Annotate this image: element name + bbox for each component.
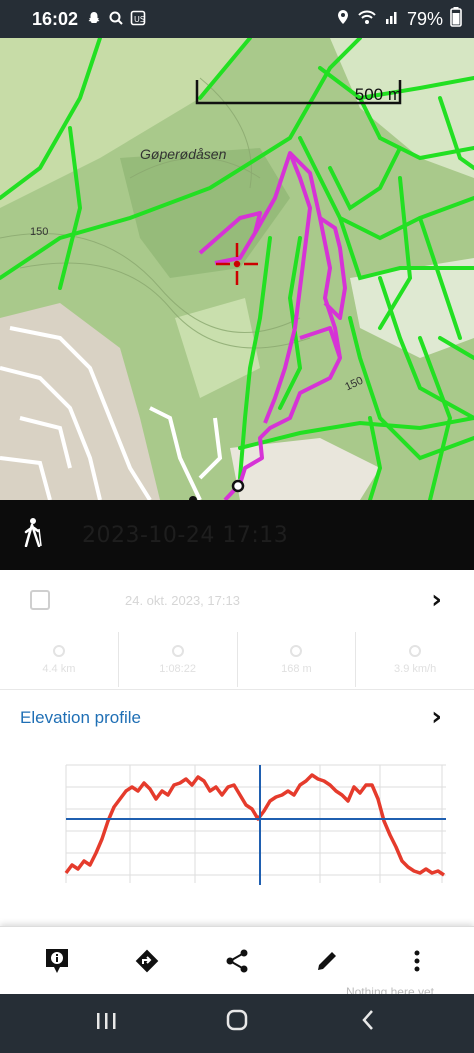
activity-title: 2023-10-24 17:13 [82,522,289,548]
chevron-right-icon[interactable]: › [431,585,442,615]
speed-icon [409,644,422,657]
activity-header: 2023-10-24 17:13 [0,500,474,570]
lock-screen-icon: US [130,10,146,29]
bottom-toolbar [0,926,474,994]
stat-duration: 1:08:22 [119,632,238,687]
elevation-chart[interactable] [0,755,474,895]
info-icon[interactable] [37,941,77,981]
place-label: Gøperødåsen [140,146,227,162]
stats-row: 4.4 km 1:08:22 168 m 3.9 km/h [0,632,474,687]
location-icon [336,9,350,30]
map-canvas [0,38,474,500]
directions-icon[interactable] [127,941,167,981]
contour-label: 150 [30,226,49,238]
clock-icon [171,644,184,657]
stat-value: 3.9 km/h [394,662,437,675]
wifi-icon [357,9,377,30]
date-row[interactable]: 24. okt. 2023, 17:13 › [0,570,474,630]
calendar-icon [30,590,50,610]
share-icon[interactable] [217,941,257,981]
elevation-line [64,773,445,877]
divider [0,689,474,690]
back-button[interactable] [348,1008,388,1039]
signal-icon [384,9,400,30]
more-icon[interactable] [397,941,437,981]
ascent-icon [290,644,303,657]
stat-value: 168 m [281,662,312,675]
stat-speed: 3.9 km/h [356,632,474,687]
chart-grid [65,764,446,883]
elevation-profile-header[interactable]: Elevation profile [20,708,141,728]
scale-label: 500 m [354,85,402,104]
status-right: 79% [336,6,462,32]
snapchat-icon [86,10,102,29]
stat-value: 1:08:22 [159,662,196,675]
edit-icon[interactable] [307,941,347,981]
map-view[interactable]: 500 m Gøperødåsen 150 150 [0,38,474,500]
svg-text:US: US [134,15,145,24]
distance-icon [52,644,65,657]
hiking-icon [22,517,82,554]
status-bar: 16:02 US 79% [0,0,474,38]
status-time: 16:02 [32,8,79,29]
recent-apps-button[interactable] [86,1010,126,1038]
stat-distance: 4.4 km [0,632,119,687]
chevron-right-icon[interactable]: › [431,702,442,732]
stat-ascent: 168 m [238,632,357,687]
status-left-icons: US [86,10,146,29]
android-nav-bar [0,994,474,1053]
home-button[interactable] [217,1008,257,1039]
stat-value: 4.4 km [42,662,76,675]
search-icon [108,10,124,29]
date-text: 24. okt. 2023, 17:13 [125,592,240,608]
battery-icon [450,6,462,32]
battery-percent: 79% [406,8,443,29]
